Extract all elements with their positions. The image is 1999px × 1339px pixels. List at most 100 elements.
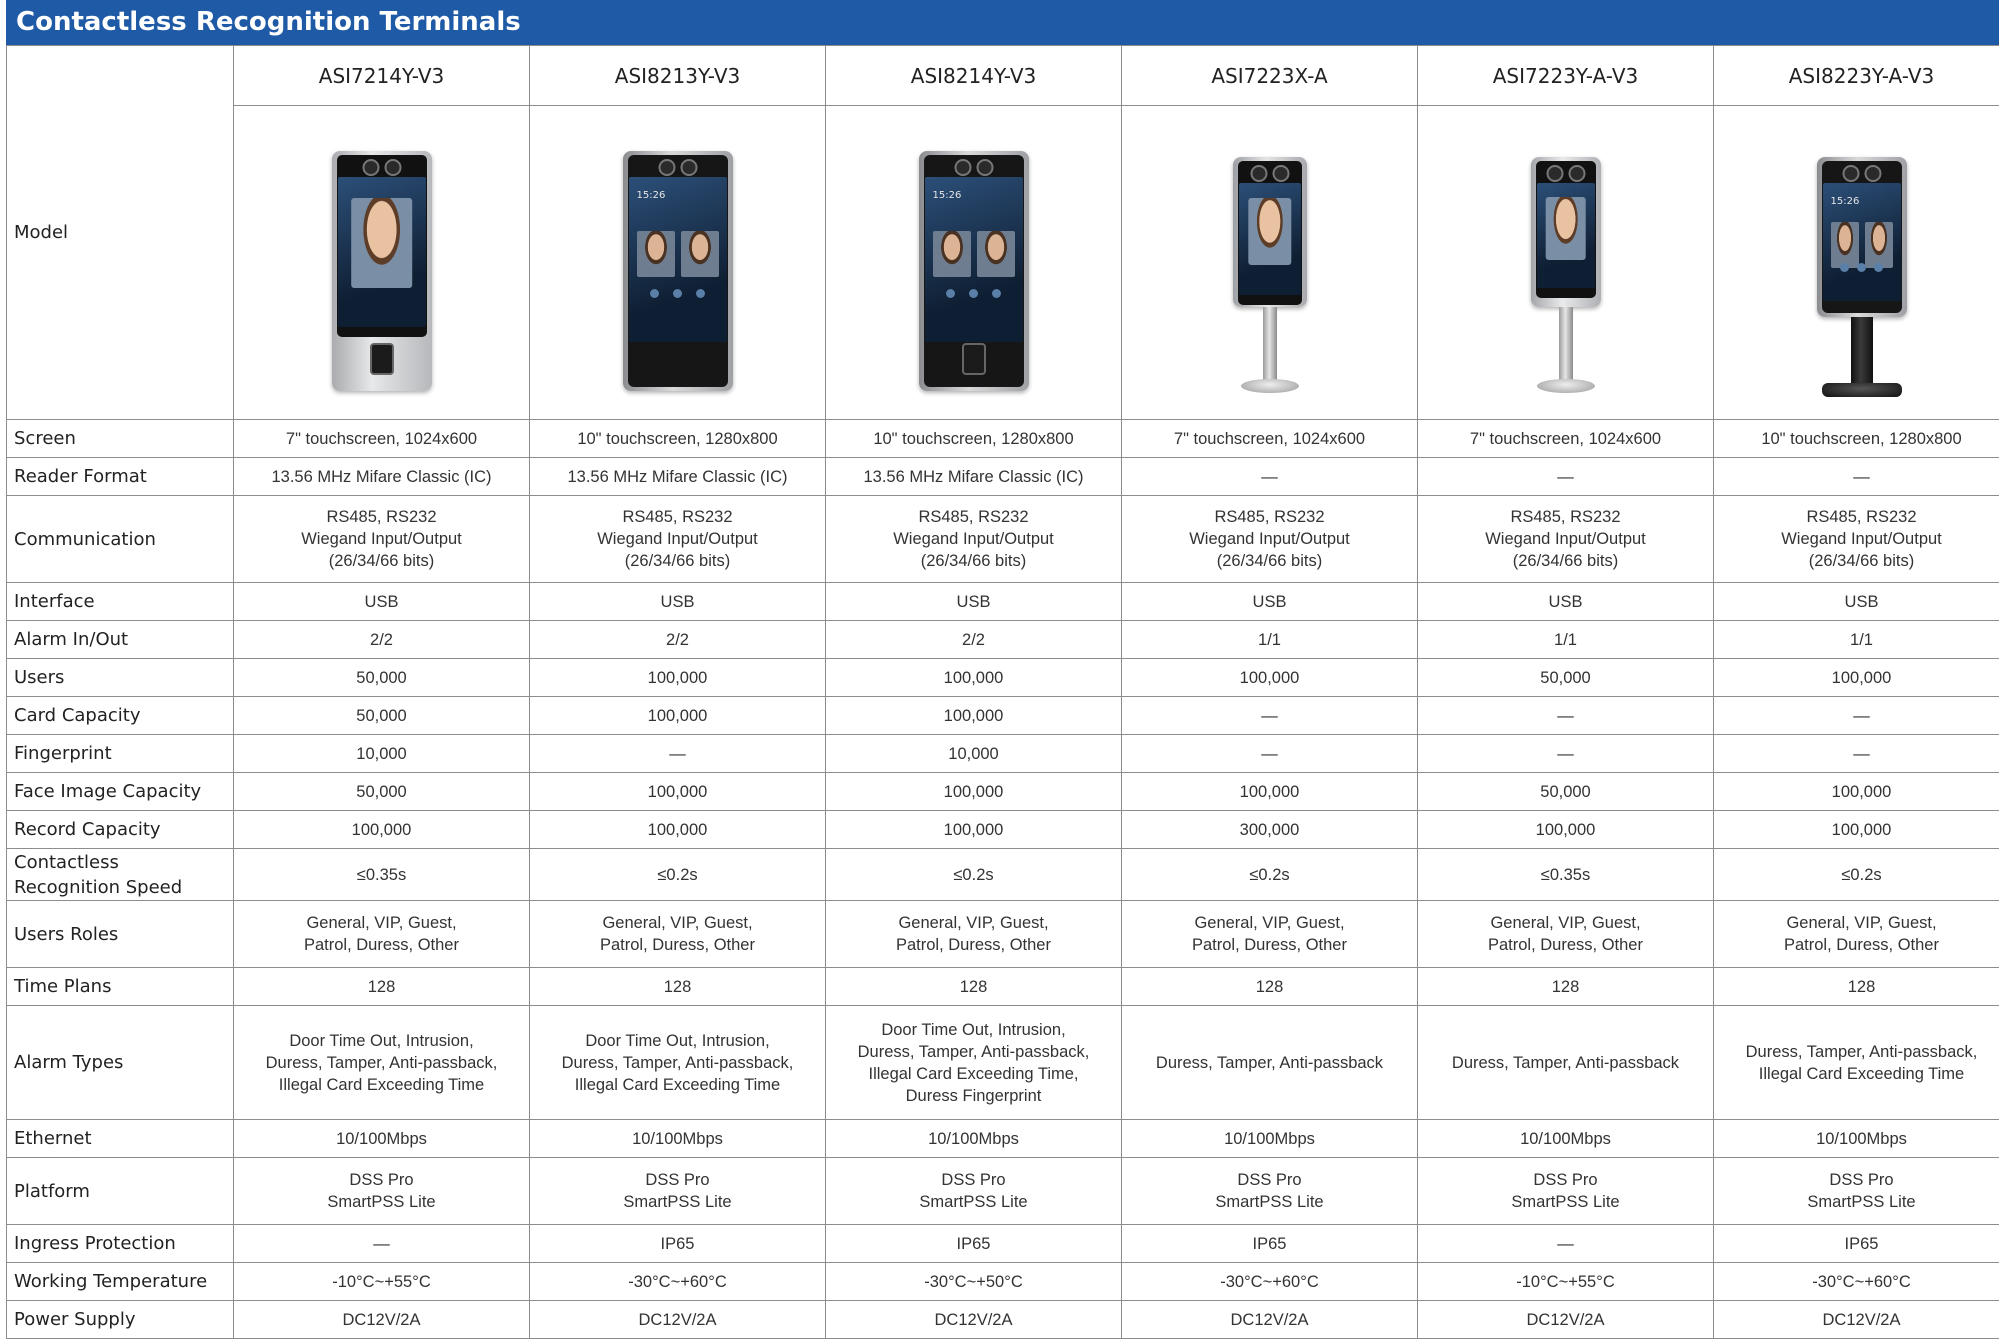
- spec-value: ≤0.35s: [234, 849, 530, 901]
- spec-value: 10,000: [826, 735, 1122, 773]
- spec-value: IP65: [826, 1225, 1122, 1263]
- row-label: Ethernet: [7, 1120, 234, 1158]
- spec-value: 1/1: [1418, 621, 1714, 659]
- spec-value: 10/100Mbps: [234, 1120, 530, 1158]
- spec-value: USB: [1418, 583, 1714, 621]
- stand-pole: [1263, 307, 1277, 387]
- spec-value: ≤0.35s: [1418, 849, 1714, 901]
- spec-value: —: [1418, 697, 1714, 735]
- terminal-screen: 15:26: [629, 177, 727, 342]
- table-row: Users50,000100,000100,000100,00050,00010…: [7, 659, 1999, 697]
- product-image: 15:26: [603, 113, 753, 413]
- row-label: Time Plans: [7, 968, 234, 1006]
- table-row: Ingress Protection—IP65IP65IP65—IP65: [7, 1225, 1999, 1263]
- product-image-cell: 15:26: [530, 106, 826, 420]
- spec-value: 100,000: [826, 659, 1122, 697]
- spec-value: 100,000: [1122, 773, 1418, 811]
- spec-value: 1/1: [1714, 621, 1999, 659]
- spec-value: 2/2: [234, 621, 530, 659]
- spec-value: 7" touchscreen, 1024x600: [234, 420, 530, 458]
- camera-icon: [362, 159, 401, 176]
- spec-value: USB: [530, 583, 826, 621]
- spec-value: 2/2: [530, 621, 826, 659]
- stand-base: [1241, 379, 1299, 393]
- spec-value: 100,000: [826, 811, 1122, 849]
- terminal-screen: [338, 177, 426, 327]
- spec-value: —: [1418, 735, 1714, 773]
- row-label: Contactless Recognition Speed: [7, 849, 234, 901]
- table-row: Alarm In/Out2/22/22/21/11/11/1: [7, 621, 1999, 659]
- camera-icon: [658, 159, 697, 176]
- camera-icon: [954, 159, 993, 176]
- table-row: Screen7" touchscreen, 1024x60010" touchs…: [7, 420, 1999, 458]
- table-row: PlatformDSS Pro SmartPSS LiteDSS Pro Sma…: [7, 1158, 1999, 1225]
- product-image: 15:26: [899, 113, 1049, 413]
- clock-text: 15:26: [637, 185, 666, 207]
- row-label: Record Capacity: [7, 811, 234, 849]
- spec-value: Door Time Out, Intrusion, Duress, Tamper…: [530, 1006, 826, 1120]
- spec-value: Duress, Tamper, Anti-passback, Illegal C…: [1714, 1006, 1999, 1120]
- camera-icon: [1842, 165, 1881, 182]
- row-label: Fingerprint: [7, 735, 234, 773]
- stand-pole: [1559, 307, 1573, 387]
- spec-value: 13.56 MHz Mifare Classic (IC): [826, 458, 1122, 496]
- spec-value: RS485, RS232 Wiegand Input/Output (26/34…: [1418, 496, 1714, 583]
- spec-value: 100,000: [1418, 811, 1714, 849]
- product-image-cell: [234, 106, 530, 420]
- spec-value: USB: [1122, 583, 1418, 621]
- spec-value: Door Time Out, Intrusion, Duress, Tamper…: [234, 1006, 530, 1120]
- spec-value: 100,000: [530, 773, 826, 811]
- spec-value: 128: [530, 968, 826, 1006]
- model-name: ASI7223Y-A-V3: [1418, 46, 1714, 106]
- spec-value: 100,000: [1714, 659, 1999, 697]
- spec-value: 100,000: [530, 697, 826, 735]
- spec-value: Duress, Tamper, Anti-passback: [1122, 1006, 1418, 1120]
- spec-value: —: [1714, 697, 1999, 735]
- spec-value: General, VIP, Guest, Patrol, Duress, Oth…: [1122, 901, 1418, 968]
- spec-value: 128: [826, 968, 1122, 1006]
- row-label: Users: [7, 659, 234, 697]
- terminal-screen: [1239, 183, 1301, 295]
- terminal-body: [1233, 157, 1307, 307]
- spec-value: 100,000: [1714, 811, 1999, 849]
- model-name: ASI7223X-A: [1122, 46, 1418, 106]
- terminal-body: 15:26: [1817, 157, 1907, 317]
- spec-value: 2/2: [826, 621, 1122, 659]
- stand-base: [1537, 379, 1595, 393]
- spec-value: ≤0.2s: [1122, 849, 1418, 901]
- spec-value: -30°C~+60°C: [530, 1263, 826, 1301]
- spec-value: —: [234, 1225, 530, 1263]
- spec-value: 10/100Mbps: [1714, 1120, 1999, 1158]
- spec-value: DSS Pro SmartPSS Lite: [530, 1158, 826, 1225]
- spec-value: General, VIP, Guest, Patrol, Duress, Oth…: [1714, 901, 1999, 968]
- spec-value: RS485, RS232 Wiegand Input/Output (26/34…: [1714, 496, 1999, 583]
- spec-value: General, VIP, Guest, Patrol, Duress, Oth…: [826, 901, 1122, 968]
- spec-table: ModelASI7214Y-V3ASI8213Y-V3ASI8214Y-V3AS…: [6, 45, 1999, 1339]
- spec-value: -30°C~+60°C: [1122, 1263, 1418, 1301]
- spec-value: 50,000: [1418, 773, 1714, 811]
- table-row: Fingerprint10,000—10,000———: [7, 735, 1999, 773]
- spec-value: 10/100Mbps: [1122, 1120, 1418, 1158]
- spec-value: RS485, RS232 Wiegand Input/Output (26/34…: [530, 496, 826, 583]
- row-label: Screen: [7, 420, 234, 458]
- product-image-cell: 15:26: [826, 106, 1122, 420]
- spec-value: —: [530, 735, 826, 773]
- spec-value: —: [1418, 1225, 1714, 1263]
- spec-value: DSS Pro SmartPSS Lite: [1714, 1158, 1999, 1225]
- spec-value: 100,000: [826, 697, 1122, 735]
- product-image: [312, 113, 452, 413]
- spec-value: 13.56 MHz Mifare Classic (IC): [530, 458, 826, 496]
- spec-value: 10/100Mbps: [826, 1120, 1122, 1158]
- terminal-screen: 15:26: [1823, 183, 1901, 301]
- spec-value: 50,000: [234, 659, 530, 697]
- spec-value: —: [1418, 458, 1714, 496]
- table-row: Ethernet10/100Mbps10/100Mbps10/100Mbps10…: [7, 1120, 1999, 1158]
- row-label: Users Roles: [7, 901, 234, 968]
- product-image: [1213, 113, 1327, 413]
- page-title: Contactless Recognition Terminals: [6, 0, 1999, 45]
- spec-value: 1/1: [1122, 621, 1418, 659]
- spec-value: 100,000: [1122, 659, 1418, 697]
- table-row: Time Plans128128128128128128: [7, 968, 1999, 1006]
- table-row: 15:26 15:26 15:26: [7, 106, 1999, 420]
- product-image-cell: 15:26: [1714, 106, 1999, 420]
